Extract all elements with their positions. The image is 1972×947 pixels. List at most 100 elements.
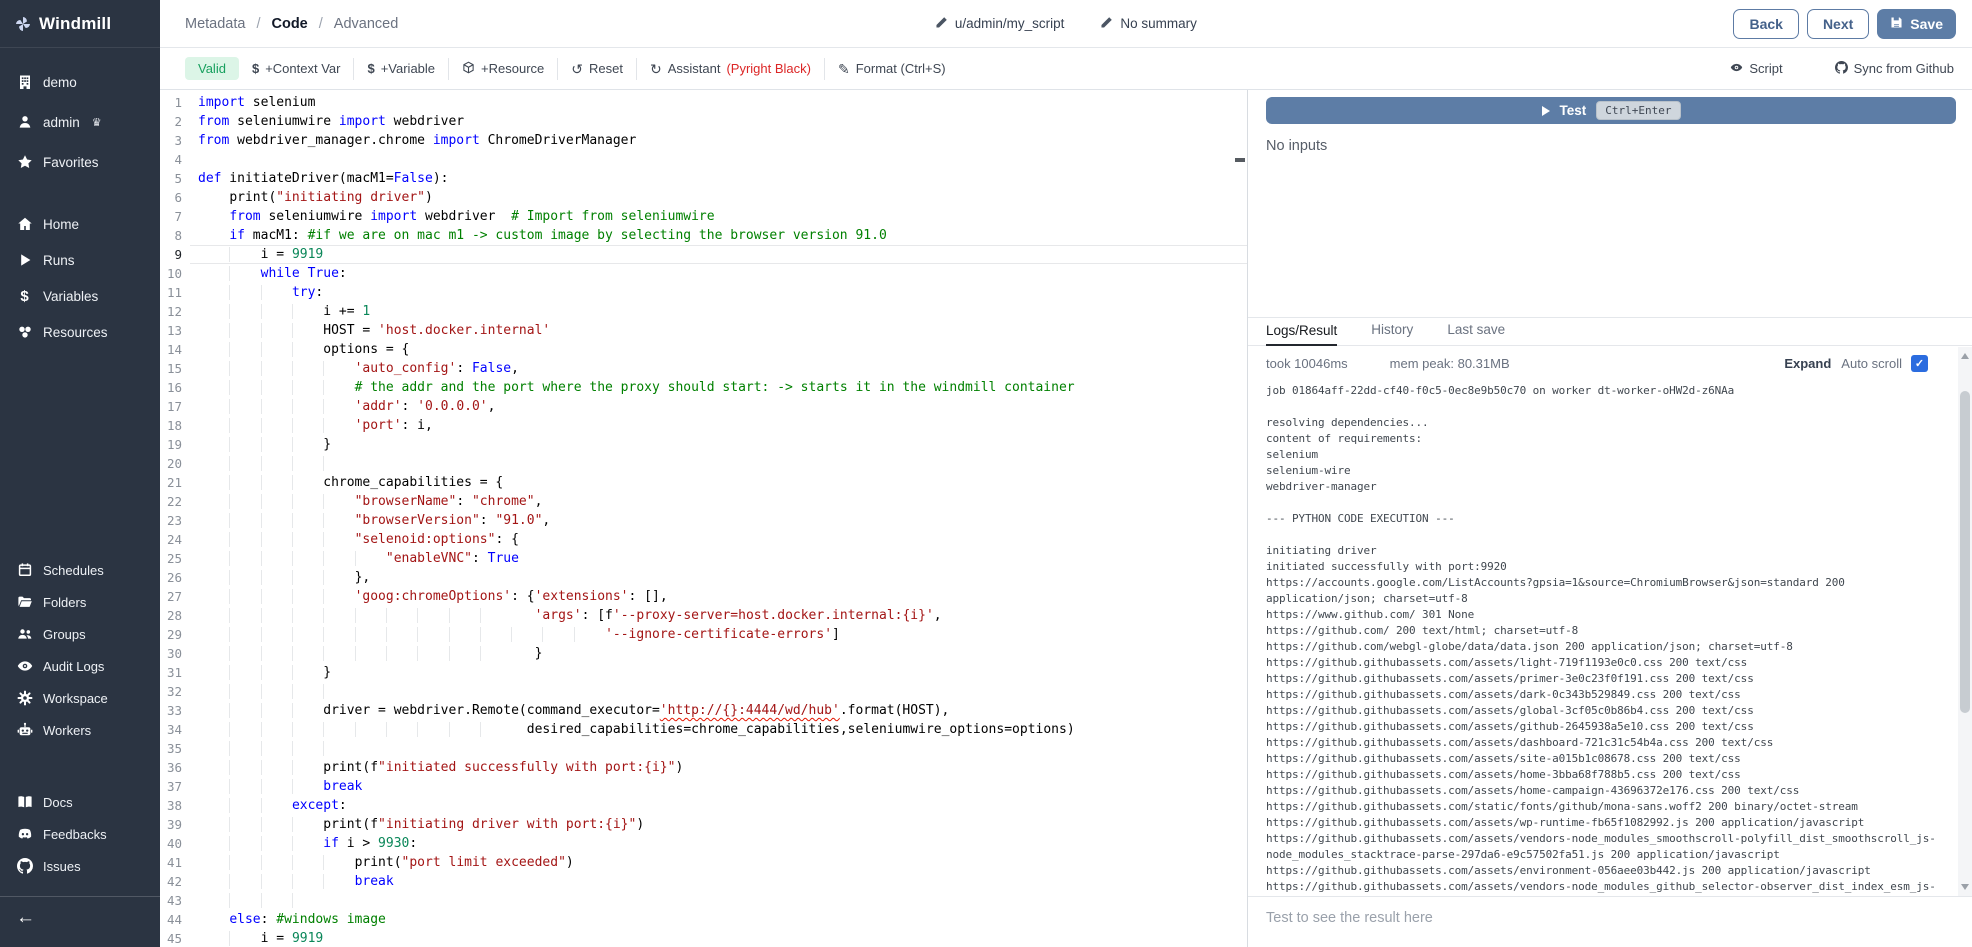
tab-history[interactable]: History xyxy=(1371,322,1413,345)
reset-label: Reset xyxy=(589,61,623,76)
code-line[interactable]: 9 i = 9919 xyxy=(160,245,1247,264)
code-line[interactable]: 20 xyxy=(160,454,1247,473)
code-line[interactable]: 12 i += 1 xyxy=(160,302,1247,321)
tab-metadata[interactable]: Metadata xyxy=(185,16,245,32)
code-line[interactable]: 38 except: xyxy=(160,796,1247,815)
code-line[interactable]: 36 print(f"initiated successfully with p… xyxy=(160,758,1247,777)
code-line[interactable]: 15 'auto_config': False, xyxy=(160,359,1247,378)
code-line[interactable]: 40 if i > 9930: xyxy=(160,834,1247,853)
script-summary[interactable]: No summary xyxy=(1100,16,1197,32)
sidebar-item-variables[interactable]: $ Variables xyxy=(0,278,160,314)
code-line[interactable]: 2from seleniumwire import webdriver xyxy=(160,112,1247,131)
code-line[interactable]: 6 print("initiating driver") xyxy=(160,188,1247,207)
code-line[interactable]: 17 'addr': '0.0.0.0', xyxy=(160,397,1247,416)
sidebar-item-schedules[interactable]: Schedules xyxy=(0,554,160,586)
tab-last-save[interactable]: Last save xyxy=(1447,322,1505,345)
sidebar-item-docs[interactable]: Docs xyxy=(0,786,160,818)
code-line[interactable]: 4 xyxy=(160,150,1247,169)
code-line[interactable]: 44 else: #windows image xyxy=(160,910,1247,929)
sidebar-item-workspace-settings[interactable]: Workspace xyxy=(0,682,160,714)
sidebar-admin-nav: Schedules Folders Groups Audit Logs xyxy=(0,554,160,746)
add-context-var-button[interactable]: $ +Context Var xyxy=(252,61,341,76)
sidebar-item-audit-logs[interactable]: Audit Logs xyxy=(0,650,160,682)
code-line[interactable]: 29 '--ignore-certificate-errors'] xyxy=(160,625,1247,644)
format-button[interactable]: ✎ Format (Ctrl+S) xyxy=(838,61,946,76)
code-line[interactable]: 39 print(f"initiating driver with port:{… xyxy=(160,815,1247,834)
code-line[interactable]: 31 } xyxy=(160,663,1247,682)
next-button[interactable]: Next xyxy=(1807,9,1869,39)
code-line[interactable]: 37 break xyxy=(160,777,1247,796)
test-button[interactable]: Test Ctrl+Enter xyxy=(1266,97,1956,124)
save-button[interactable]: Save xyxy=(1877,9,1956,39)
scroll-up-arrow[interactable] xyxy=(1958,349,1972,363)
log-line: https://github.githubassets.com/assets/v… xyxy=(1266,831,1954,847)
code-line[interactable]: 25 "enableVNC": True xyxy=(160,549,1247,568)
script-view-button[interactable]: Script xyxy=(1730,61,1782,77)
code-line[interactable]: 16 # the addr and the port where the pro… xyxy=(160,378,1247,397)
sidebar-item-folders[interactable]: Folders xyxy=(0,586,160,618)
code-line[interactable]: 45 i = 9919 xyxy=(160,929,1247,947)
nav-label: Home xyxy=(43,217,79,232)
code-editor[interactable]: 1import selenium2from seleniumwire impor… xyxy=(160,90,1247,947)
add-variable-button[interactable]: $ +Variable xyxy=(367,61,435,76)
code-line[interactable]: 11 try: xyxy=(160,283,1247,302)
sidebar-help-nav: Docs Feedbacks Issues xyxy=(0,786,160,882)
code-line[interactable]: 14 options = { xyxy=(160,340,1247,359)
code-line[interactable]: 32 xyxy=(160,682,1247,701)
code-line[interactable]: 24 "selenoid:options": { xyxy=(160,530,1247,549)
collapse-arrow-icon: ← xyxy=(16,907,35,928)
sidebar-item-runs[interactable]: Runs xyxy=(0,242,160,278)
code-line[interactable]: 10 while True: xyxy=(160,264,1247,283)
sidebar-item-user[interactable]: admin ♛ xyxy=(0,102,160,142)
code-line[interactable]: 7 from seleniumwire import webdriver # I… xyxy=(160,207,1247,226)
nav-label: Audit Logs xyxy=(43,659,104,674)
sidebar-item-workspace[interactable]: demo xyxy=(0,62,160,102)
code-line[interactable]: 26 }, xyxy=(160,568,1247,587)
assistant-button[interactable]: ↻ Assistant (Pyright Black) xyxy=(650,61,811,76)
code-line[interactable]: 13 HOST = 'host.docker.internal' xyxy=(160,321,1247,340)
tab-logs-result[interactable]: Logs/Result xyxy=(1266,323,1337,346)
editor-scrollbar[interactable] xyxy=(1233,90,1247,947)
back-button[interactable]: Back xyxy=(1733,9,1798,39)
sidebar-item-home[interactable]: Home xyxy=(0,206,160,242)
code-line[interactable]: 27 'goog:chromeOptions': {'extensions': … xyxy=(160,587,1247,606)
expand-button[interactable]: Expand xyxy=(1784,356,1831,371)
log-line xyxy=(1266,527,1954,543)
sync-from-github-button[interactable]: Sync from Github xyxy=(1835,61,1954,77)
log-line: https://accounts.google.com/ListAccounts… xyxy=(1266,575,1954,591)
scroll-down-arrow[interactable] xyxy=(1958,880,1972,894)
reset-button[interactable]: ↺ Reset xyxy=(571,61,623,76)
code-line[interactable]: 21 chrome_capabilities = { xyxy=(160,473,1247,492)
collapse-sidebar-button[interactable]: ← xyxy=(0,897,160,939)
sidebar-item-groups[interactable]: Groups xyxy=(0,618,160,650)
code-line[interactable]: 23 "browserVersion": "91.0", xyxy=(160,511,1247,530)
script-path[interactable]: u/admin/my_script xyxy=(935,16,1065,32)
code-line[interactable]: 5def initiateDriver(macM1=False): xyxy=(160,169,1247,188)
autoscroll-checkbox[interactable]: ✓ xyxy=(1911,355,1928,372)
scrollbar-thumb[interactable] xyxy=(1960,391,1970,713)
test-label: Test xyxy=(1560,103,1587,118)
code-line[interactable]: 43 xyxy=(160,891,1247,910)
code-line[interactable]: 33 driver = webdriver.Remote(command_exe… xyxy=(160,701,1247,720)
sidebar-item-favorites[interactable]: Favorites xyxy=(0,142,160,182)
add-resource-button[interactable]: +Resource xyxy=(462,61,544,77)
code-line[interactable]: 42 break xyxy=(160,872,1247,891)
code-line[interactable]: 34 desired_capabilities=chrome_capabilit… xyxy=(160,720,1247,739)
tab-code[interactable]: Code xyxy=(272,16,308,32)
tab-advanced[interactable]: Advanced xyxy=(334,16,399,32)
code-line[interactable]: 35 xyxy=(160,739,1247,758)
code-line[interactable]: 22 "browserName": "chrome", xyxy=(160,492,1247,511)
code-line[interactable]: 28 'args': [f'--proxy-server=host.docker… xyxy=(160,606,1247,625)
code-line[interactable]: 30 } xyxy=(160,644,1247,663)
windmill-logo[interactable]: Windmill xyxy=(0,0,160,48)
sidebar-item-resources[interactable]: Resources xyxy=(0,314,160,350)
code-line[interactable]: 18 'port': i, xyxy=(160,416,1247,435)
code-line[interactable]: 41 print("port limit exceeded") xyxy=(160,853,1247,872)
sidebar-item-feedbacks[interactable]: Feedbacks xyxy=(0,818,160,850)
code-line[interactable]: 1import selenium xyxy=(160,93,1247,112)
sidebar-item-workers[interactable]: Workers xyxy=(0,714,160,746)
sidebar-item-issues[interactable]: Issues xyxy=(0,850,160,882)
code-line[interactable]: 19 } xyxy=(160,435,1247,454)
code-line[interactable]: 3from webdriver_manager.chrome import Ch… xyxy=(160,131,1247,150)
code-line[interactable]: 8 if macM1: #if we are on mac m1 -> cust… xyxy=(160,226,1247,245)
